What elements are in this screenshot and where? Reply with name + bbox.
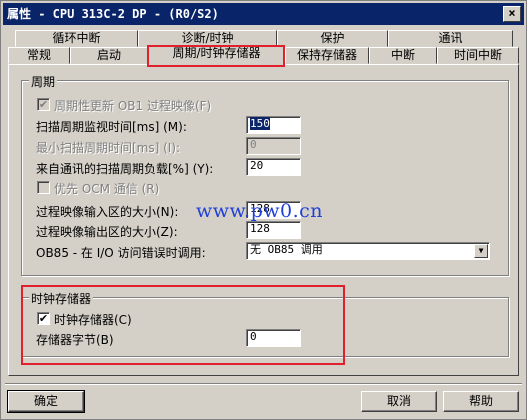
tab-label: 周期/时钟存储器	[172, 46, 261, 60]
close-icon: ×	[508, 6, 516, 20]
clock-memory-checkbox[interactable]: ✔	[37, 312, 50, 325]
memory-byte-input[interactable]: 0	[246, 329, 301, 347]
help-button[interactable]: 帮助	[443, 391, 519, 412]
tab-communication[interactable]: 通讯	[388, 30, 513, 47]
properties-dialog: 属性 - CPU 313C-2 DP - (R0/S2) × 循环中断 诊断/时…	[0, 0, 527, 420]
pi-output-label: 过程映像输出区的大小(Z):	[36, 225, 178, 239]
tab-label: 循环中断	[52, 31, 101, 45]
min-scan-value: 0	[250, 138, 257, 151]
priority-ocm-checkbox[interactable]	[37, 181, 50, 194]
clock-memory-label: 时钟存储器(C)	[54, 313, 132, 327]
memory-byte-value: 0	[250, 330, 257, 343]
help-button-label: 帮助	[468, 394, 493, 408]
ob85-value: 无 OB85 调用	[250, 243, 323, 256]
comm-load-label: 来自通讯的扫描周期负载[%] (Y):	[36, 162, 214, 176]
watermark-text: www.pw0.cn	[196, 200, 324, 222]
update-oi-label: 周期性更新 OB1 过程映像(F)	[54, 99, 212, 113]
memory-byte-label: 存储器字节(B)	[36, 333, 114, 347]
min-scan-label: 最小扫描周期时间[ms] (I):	[36, 141, 181, 155]
scan-monitor-value: 150	[250, 117, 270, 130]
tab-protection[interactable]: 保护	[277, 30, 388, 47]
comm-load-input[interactable]: 20	[246, 158, 301, 176]
tab-label: 诊断/时钟	[181, 31, 234, 45]
ob85-label: OB85 - 在 I/O 访问错误时调用:	[36, 246, 206, 260]
title-bar: 属性 - CPU 313C-2 DP - (R0/S2) ×	[3, 3, 524, 25]
tab-retentive-memory[interactable]: 保持存储器	[285, 47, 369, 64]
cycle-group-title: 周期	[29, 73, 58, 90]
cancel-button-label: 取消	[386, 394, 411, 408]
pi-input-label: 过程映像输入区的大小(N):	[36, 205, 179, 219]
ob85-select[interactable]: 无 OB85 调用 ▼	[246, 242, 490, 260]
tab-cyclic-interrupt[interactable]: 循环中断	[15, 30, 138, 47]
tab-label: 中断	[390, 48, 415, 62]
tab-label: 时间中断	[453, 48, 502, 62]
tab-interrupts[interactable]: 中断	[369, 47, 437, 64]
window-title: 属性 - CPU 313C-2 DP - (R0/S2)	[7, 7, 219, 21]
tab-label: 启动	[96, 48, 121, 62]
close-button[interactable]: ×	[503, 6, 521, 22]
tab-label: 常规	[26, 48, 51, 62]
ok-button[interactable]: 确定	[7, 390, 85, 413]
tab-label: 通讯	[438, 31, 463, 45]
pi-output-value: 128	[250, 222, 270, 235]
clock-memory-group-title: 时钟存储器	[29, 290, 94, 307]
update-oi-checkbox[interactable]: ✔	[37, 98, 50, 111]
tab-time-of-day-interrupts[interactable]: 时间中断	[437, 47, 519, 64]
tab-startup[interactable]: 启动	[70, 47, 148, 64]
pi-output-input[interactable]: 128	[246, 221, 301, 239]
scan-monitor-label: 扫描周期监视时间[ms] (M):	[36, 120, 187, 134]
tab-cycle-clock-memory[interactable]: 周期/时钟存储器	[148, 45, 285, 65]
ok-button-label: 确定	[33, 394, 58, 408]
comm-load-value: 20	[250, 159, 264, 172]
min-scan-input[interactable]: 0	[246, 137, 301, 155]
tab-label: 保持存储器	[296, 48, 357, 62]
priority-ocm-label: 优先 OCM 通信 (R)	[54, 182, 160, 196]
divider	[5, 383, 522, 385]
chevron-down-icon[interactable]: ▼	[474, 244, 488, 258]
tab-label: 保护	[320, 31, 345, 45]
cancel-button[interactable]: 取消	[361, 391, 437, 412]
scan-monitor-input[interactable]: 150	[246, 116, 301, 134]
tab-general[interactable]: 常规	[8, 47, 70, 64]
